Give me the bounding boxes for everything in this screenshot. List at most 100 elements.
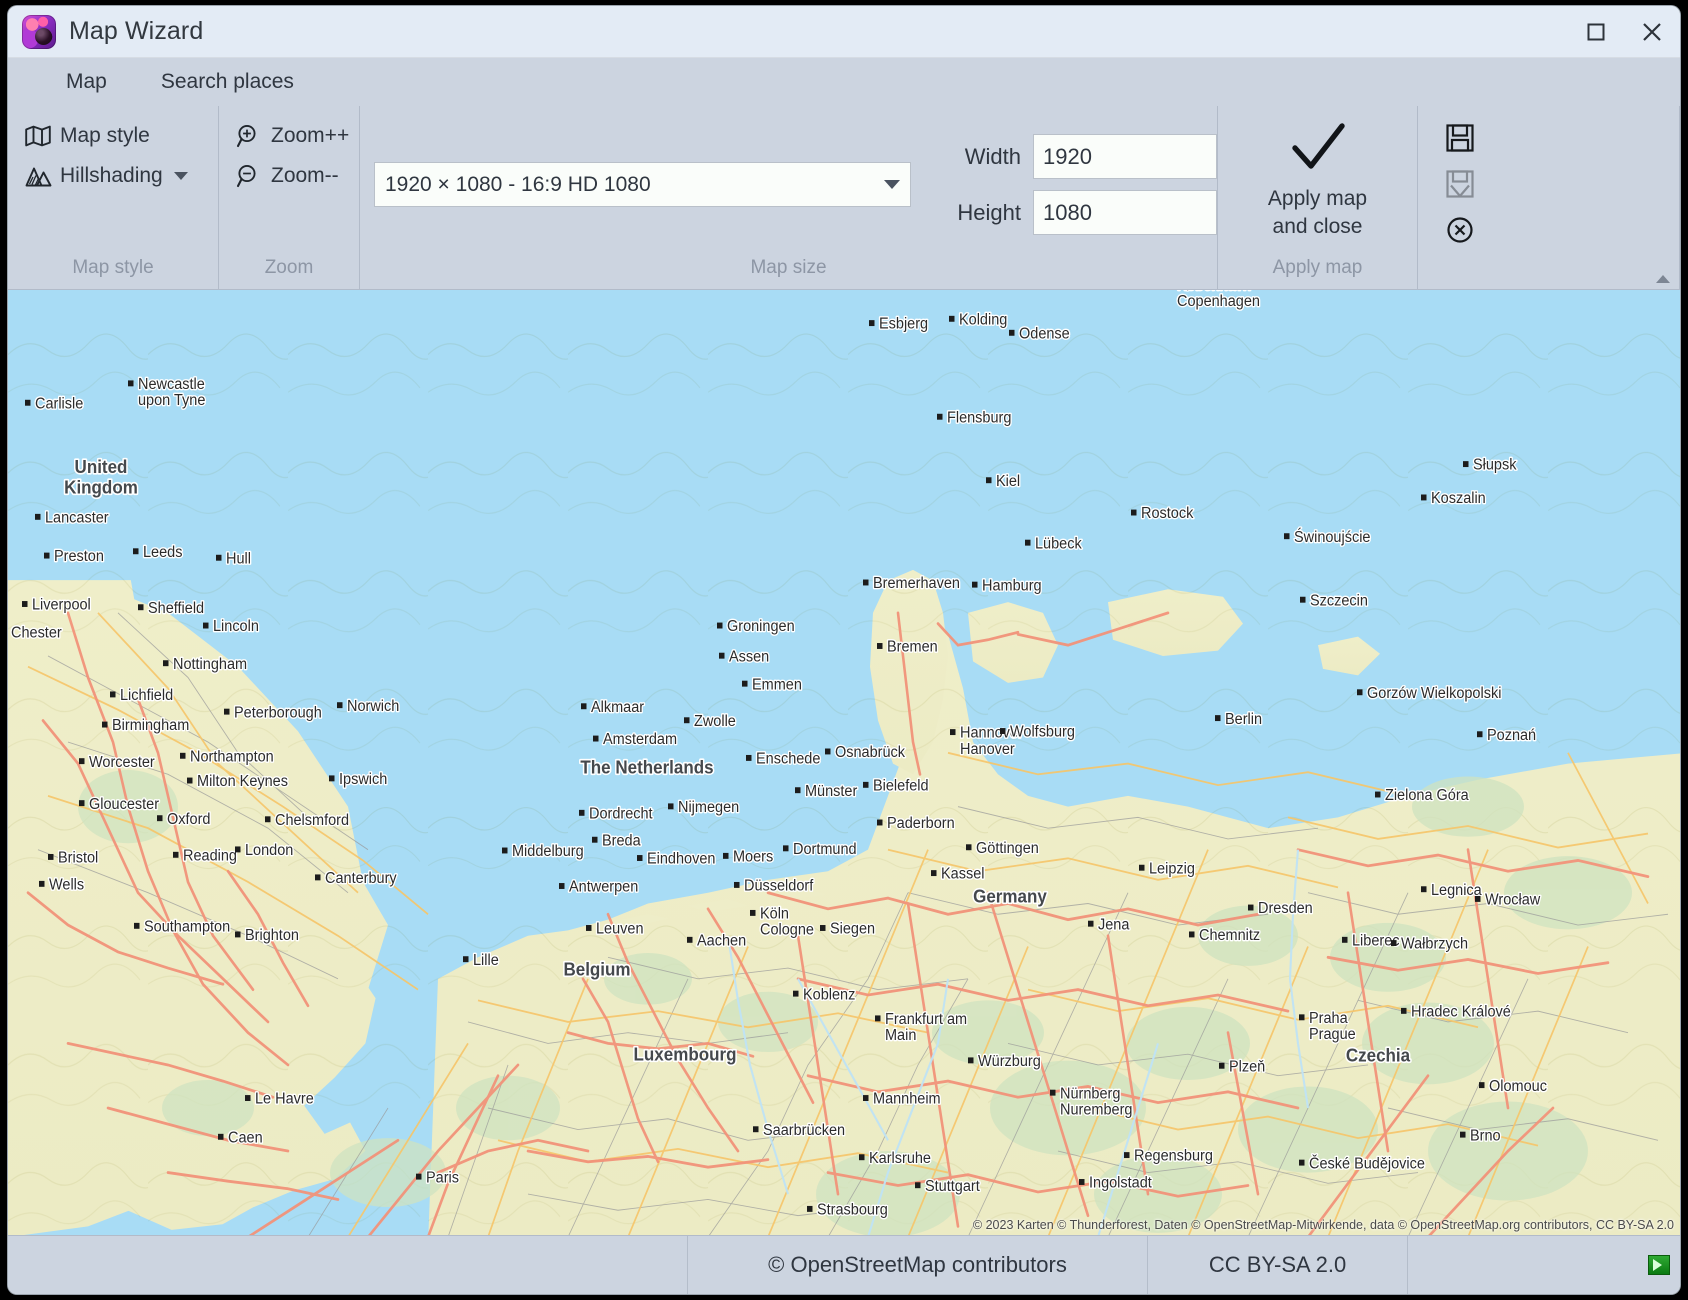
svg-text:Praha: Praha [1309,1009,1348,1027]
svg-text:Mannheim: Mannheim [873,1090,941,1108]
svg-text:Le Havre: Le Havre [255,1090,314,1108]
svg-text:Wrocław: Wrocław [1485,891,1540,909]
apply-map-label-line1: Apply map [1268,187,1367,210]
svg-text:Kolding: Kolding [959,311,1007,329]
apply-map-and-close-button[interactable]: Apply map and close [1258,116,1377,245]
map-canvas[interactable]: EsbjergKoldingOdenseKøbenhavnCopenhagenF… [8,289,1680,1235]
map-style-button[interactable]: Map style [14,118,159,154]
svg-text:Hradec Králové: Hradec Králové [1411,1003,1511,1021]
map-country-label: Luxembourg [634,1044,737,1065]
ribbon-group-file-actions [1418,106,1680,289]
group-label-map-size: Map size [360,255,1217,289]
svg-text:Köln: Köln [760,905,789,923]
svg-text:Emmen: Emmen [752,676,802,694]
map-attribution: © 2023 Karten © Thunderforest, Daten © O… [973,1218,1674,1232]
status-osm-credit: © OpenStreetMap contributors [688,1236,1148,1294]
circle-x-cancel-icon[interactable] [1438,208,1482,252]
map-city-label: Enschede [746,750,820,768]
map-city-label: Newcastleupon Tyne [128,376,205,410]
map-size-preset-select[interactable]: 1920 × 1080 - 16:9 HD 1080 [374,162,911,207]
svg-text:Zwolle: Zwolle [694,712,736,730]
svg-text:Strasbourg: Strasbourg [817,1201,888,1219]
close-icon[interactable] [1624,6,1680,57]
menu-search-places[interactable]: Search places [147,66,308,98]
svg-text:Moers: Moers [733,848,773,866]
svg-text:Lancaster: Lancaster [45,509,109,527]
svg-text:Karlsruhe: Karlsruhe [869,1149,931,1167]
svg-text:Olomouc: Olomouc [1489,1077,1547,1095]
map-city-label: Flensburg [937,409,1011,427]
zoom-out-button[interactable]: Zoom-- [225,158,348,194]
width-input[interactable]: 1920 [1033,134,1217,179]
svg-text:Wałbrzych: Wałbrzych [1401,935,1468,953]
map-country-label: The Netherlands [580,757,713,778]
map-city-label: Bielefeld [863,777,929,795]
zoom-in-button[interactable]: Zoom++ [225,118,358,154]
height-input[interactable]: 1080 [1033,190,1217,235]
menu-map[interactable]: Map [52,66,121,98]
map-render: EsbjergKoldingOdenseKøbenhavnCopenhagenF… [8,290,1680,1235]
chevron-down-icon[interactable] [884,180,900,189]
map-country-label: Germany [973,886,1047,907]
floppy-save-as-icon-disabled [1438,162,1482,206]
svg-text:Breda: Breda [602,832,641,850]
svg-text:Gorzów Wielkopolski: Gorzów Wielkopolski [1367,684,1501,702]
svg-text:Düsseldorf: Düsseldorf [744,877,814,895]
chevron-down-icon[interactable] [174,172,188,180]
svg-text:Reading: Reading [183,847,237,865]
svg-text:Dordrecht: Dordrecht [589,805,653,823]
map-city-label: Birmingham [102,717,189,735]
map-city-label: Hradec Králové [1401,1003,1511,1021]
svg-text:Stuttgart: Stuttgart [925,1177,981,1195]
map-city-label: Rostock [1131,505,1194,523]
maximize-icon[interactable] [1568,6,1624,57]
svg-text:Frankfurt am: Frankfurt am [885,1011,967,1029]
status-cell-blank [8,1236,688,1294]
svg-text:Nottingham: Nottingham [173,655,247,673]
ribbon-group-zoom: Zoom++ Zoom-- Zoom [219,106,360,289]
svg-text:Gloucester: Gloucester [89,795,159,813]
map-country-label: UnitedKingdom [64,456,138,497]
map-city-label: Nottingham [163,655,247,673]
hillshading-button[interactable]: Hillshading [14,158,197,194]
svg-text:Lincoln: Lincoln [213,618,259,636]
map-city-label: Le Havre [245,1090,314,1108]
svg-text:Liverpool: Liverpool [32,596,91,614]
map-city-label: NürnbergNuremberg [1050,1085,1132,1119]
map-city-label: Sheffield [138,599,204,617]
svg-text:Münster: Münster [805,782,857,800]
svg-text:Koblenz: Koblenz [803,986,855,1004]
map-city-label: Norwich [337,697,399,715]
svg-text:Main: Main [885,1027,916,1045]
map-city-label: Dortmund [783,841,857,859]
map-city-label: Regensburg [1124,1147,1213,1165]
svg-text:Szczecin: Szczecin [1310,592,1368,610]
group-label-map-style: Map style [8,255,218,289]
window-title: Map Wizard [69,17,203,46]
svg-text:Regensburg: Regensburg [1134,1147,1213,1165]
map-city-label: Ingolstadt [1079,1174,1153,1192]
zoom-out-label: Zoom-- [271,164,339,188]
ribbon-group-map-size: 1920 × 1080 - 16:9 HD 1080 Width 1920 He… [360,106,1218,289]
map-city-label: Göttingen [966,839,1039,857]
map-city-label: Karlsruhe [859,1149,931,1167]
floppy-save-icon[interactable] [1438,116,1482,160]
svg-text:Dortmund: Dortmund [793,841,857,859]
map-city-label: Middelburg [502,843,584,861]
svg-text:Saarbrücken: Saarbrücken [763,1121,845,1139]
status-cell-trailing [1408,1236,1680,1294]
svg-text:Chemnitz: Chemnitz [1199,927,1260,945]
map-city-label: Reading [173,847,237,865]
svg-text:Flensburg: Flensburg [947,409,1011,427]
hillshading-mountain-icon [23,165,53,187]
map-city-label: Koblenz [793,986,855,1004]
svg-text:Southampton: Southampton [144,918,230,936]
svg-text:Esbjerg: Esbjerg [879,315,928,333]
map-city-label: Saarbrücken [753,1121,845,1139]
height-row: Height 1080 [925,190,1217,235]
svg-text:Caen: Caen [228,1129,263,1147]
chevron-up-collapse-ribbon-icon[interactable] [1656,275,1670,283]
apply-map-label-line2: and close [1273,215,1363,238]
zoom-in-label: Zoom++ [271,124,349,148]
svg-text:Peterborough: Peterborough [234,704,322,722]
